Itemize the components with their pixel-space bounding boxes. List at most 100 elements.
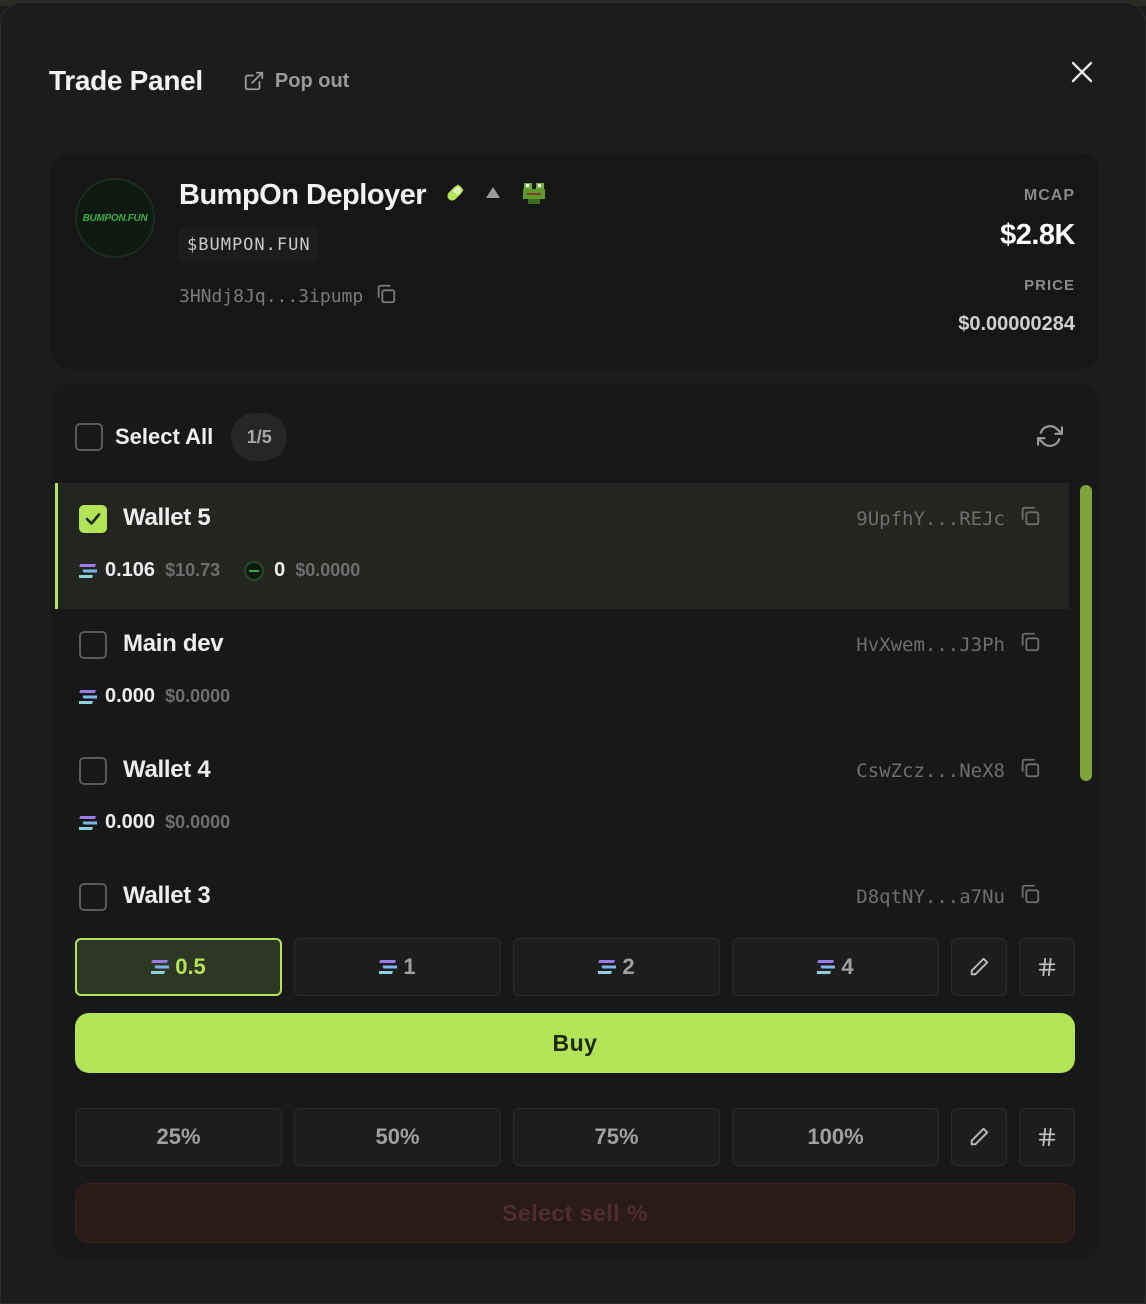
wallet-row[interactable]: Main dev HvXwem...J3Ph 0.000 $0.0000: [55, 609, 1069, 735]
refresh-icon: [1037, 425, 1063, 447]
buy-amount-button[interactable]: 0.5: [75, 938, 282, 996]
buy-amount-label: 0.5: [175, 954, 206, 979]
wallet-row[interactable]: Wallet 3 D8qtNY...a7Nu: [55, 861, 1069, 911]
pill-icon[interactable]: [444, 182, 466, 209]
triangle-icon[interactable]: [484, 184, 502, 207]
solana-icon: [79, 689, 97, 704]
panel-header: Trade Panel Pop out: [49, 61, 349, 101]
copy-icon[interactable]: [1019, 757, 1041, 784]
wallet-address-text: D8qtNY...a7Nu: [856, 885, 1005, 908]
wallet-address: CswZcz...NeX8: [856, 757, 1041, 784]
token-name-row: BumpOn Deployer: [179, 179, 548, 212]
sell-percent-row: 25% 50% 75% 100%: [75, 1108, 1075, 1166]
wallet-checkbox[interactable]: [79, 505, 107, 533]
sell-percent-button[interactable]: 25%: [75, 1108, 282, 1166]
token-balance: 0: [274, 559, 286, 581]
buy-amount-label: 4: [841, 954, 854, 979]
solana-icon: [151, 960, 170, 974]
wallet-balances: 0.000 $0.0000: [79, 685, 230, 708]
wallet-address-text: 9UpfhY...REJc: [856, 507, 1005, 530]
buy-button[interactable]: Buy: [75, 1013, 1075, 1073]
copy-icon[interactable]: [1019, 883, 1041, 910]
frog-icon[interactable]: [520, 179, 548, 212]
edit-sell-percents-button[interactable]: [951, 1108, 1007, 1166]
sol-usd-value: $0.0000: [165, 812, 231, 832]
external-link-icon: [244, 71, 264, 91]
select-all-checkbox[interactable]: [75, 423, 103, 451]
solana-icon: [817, 960, 836, 974]
sell-percent-button[interactable]: 50%: [294, 1108, 501, 1166]
pencil-icon: [970, 1127, 989, 1146]
close-button[interactable]: [1065, 55, 1099, 89]
custom-sell-percent-button[interactable]: [1019, 1108, 1075, 1166]
price-label: PRICE: [1024, 277, 1075, 294]
sell-button[interactable]: Select sell %: [75, 1183, 1075, 1243]
wallet-address-text: CswZcz...NeX8: [856, 759, 1005, 782]
solana-icon: [79, 563, 97, 578]
panel-title: Trade Panel: [49, 65, 203, 96]
copy-icon[interactable]: [375, 283, 397, 310]
pop-out-label: Pop out: [274, 69, 350, 92]
token-logo: BUMPON.FUN: [75, 178, 155, 258]
buy-amount-row: 0.5 1 2 4: [75, 938, 1075, 996]
wallet-balances: 0.106 $10.73 0 $0.0000: [79, 559, 360, 582]
custom-buy-amount-button[interactable]: [1019, 938, 1075, 996]
wallet-address: HvXwem...J3Ph: [856, 631, 1041, 658]
copy-icon[interactable]: [1019, 631, 1041, 658]
mcap-value: $2.8K: [1000, 219, 1075, 251]
buy-amount-button[interactable]: 1: [294, 938, 501, 996]
solana-icon: [598, 960, 617, 974]
wallet-list[interactable]: Wallet 5 9UpfhY...REJc 0.106 $10.73 0 $0…: [55, 483, 1069, 911]
edit-buy-amounts-button[interactable]: [951, 938, 1007, 996]
buy-amount-button[interactable]: 4: [732, 938, 939, 996]
price-value: $0.00000284: [958, 313, 1075, 335]
wallet-checkbox[interactable]: [79, 631, 107, 659]
pop-out-button[interactable]: Pop out: [243, 70, 349, 93]
wallet-checkbox[interactable]: [79, 883, 107, 911]
buy-amount-label: 1: [403, 954, 416, 979]
wallet-balances: 0.000 $0.0000: [79, 811, 230, 834]
sol-balance: 0.106: [105, 559, 156, 581]
token-ticker: $BUMPON.FUN: [179, 227, 319, 263]
wallet-address: 9UpfhY...REJc: [856, 505, 1041, 532]
wallet-name: Wallet 5: [123, 504, 211, 531]
wallet-list-scrollbar[interactable]: [1080, 485, 1092, 781]
wallet-row[interactable]: Wallet 4 CswZcz...NeX8 0.000 $0.0000: [55, 735, 1069, 861]
trade-panel-modal: Trade Panel Pop out BUMPON.FUN BumpOn De…: [0, 2, 1146, 1304]
wallet-row[interactable]: Wallet 5 9UpfhY...REJc 0.106 $10.73 0 $0…: [55, 483, 1069, 609]
wallet-checkbox[interactable]: [79, 757, 107, 785]
wallet-name: Wallet 3: [123, 882, 211, 909]
token-icon: [244, 560, 265, 581]
hash-icon: [1038, 957, 1056, 977]
sol-balance: 0.000: [105, 685, 156, 707]
mcap-label: MCAP: [1023, 187, 1075, 204]
wallet-name: Main dev: [123, 630, 224, 657]
solana-icon: [79, 815, 97, 830]
wallet-address-text: HvXwem...J3Ph: [856, 633, 1005, 656]
wallet-name: Wallet 4: [123, 756, 211, 783]
copy-icon[interactable]: [1019, 505, 1041, 532]
select-all-label[interactable]: Select All: [115, 424, 213, 450]
pencil-icon: [970, 957, 989, 976]
check-icon: [85, 513, 101, 525]
sol-usd-value: $10.73: [165, 560, 221, 580]
sell-percent-button[interactable]: 75%: [513, 1108, 720, 1166]
token-name: BumpOn Deployer: [179, 179, 427, 211]
close-icon: [1071, 61, 1093, 83]
hash-icon: [1038, 1127, 1056, 1147]
buy-amount-label: 2: [622, 954, 635, 979]
token-info-card: BUMPON.FUN BumpOn Deployer $BUMPON.FUN 3…: [51, 153, 1099, 369]
contract-address: 3HNdj8Jq...3ipump: [179, 283, 397, 310]
solana-icon: [379, 960, 398, 974]
buy-amount-button[interactable]: 2: [513, 938, 720, 996]
token-usd-value: $0.0000: [295, 560, 361, 580]
token-logo-text: BUMPON.FUN: [82, 212, 148, 224]
refresh-button[interactable]: [1037, 423, 1065, 451]
wallet-address: D8qtNY...a7Nu: [856, 883, 1041, 910]
sol-balance: 0.000: [105, 811, 156, 833]
selected-count-badge: 1/5: [231, 413, 288, 461]
sell-percent-button[interactable]: 100%: [732, 1108, 939, 1166]
trade-card: Select All 1/5 Wallet 5 9UpfhY...REJc 0.…: [51, 383, 1099, 1259]
sol-usd-value: $0.0000: [165, 686, 231, 706]
contract-address-text: 3HNdj8Jq...3ipump: [179, 286, 364, 307]
